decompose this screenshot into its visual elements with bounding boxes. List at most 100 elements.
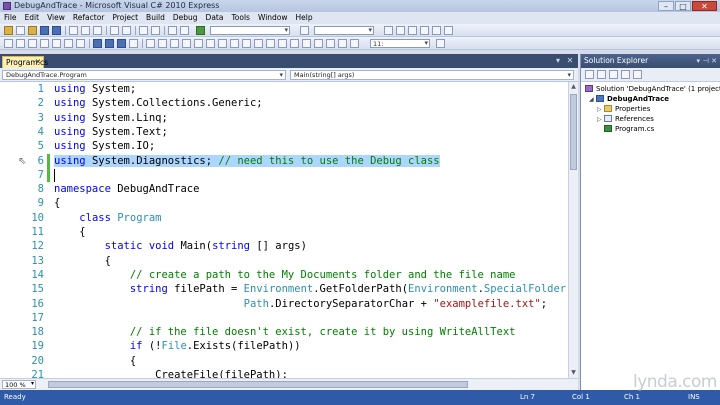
window-position-icon[interactable]: ▾ <box>696 54 700 68</box>
disassembly-icon[interactable] <box>326 39 335 48</box>
show-all-files-icon[interactable] <box>597 70 606 79</box>
menu-debug[interactable]: Debug <box>173 12 198 24</box>
autos-icon[interactable] <box>290 39 299 48</box>
vertical-scroll-thumb[interactable] <box>570 94 577 170</box>
undo-icon[interactable] <box>110 26 119 35</box>
processes-icon[interactable] <box>338 39 347 48</box>
code-line[interactable]: using System; <box>54 82 136 96</box>
scroll-up-icon[interactable]: ▲ <box>569 82 578 92</box>
extension-manager-icon[interactable] <box>444 26 453 35</box>
view-class-diagram-icon[interactable] <box>633 70 642 79</box>
go-to-line-icon[interactable] <box>436 39 445 48</box>
expand-icon[interactable]: ▷ <box>597 115 604 125</box>
code-line[interactable]: using System.Diagnostics; // need this t… <box>54 154 440 168</box>
types-dropdown[interactable]: DebugAndTrace.Program <box>2 70 286 80</box>
tree-item-project[interactable]: ◢ DebugAndTrace <box>589 94 669 104</box>
auto-hide-pin-icon[interactable]: ⊣ <box>703 54 709 68</box>
previous-bookmark-icon[interactable] <box>105 39 114 48</box>
increase-indent-icon[interactable] <box>52 39 61 48</box>
copy-icon[interactable] <box>81 26 90 35</box>
code-line[interactable]: namespace DebugAndTrace <box>54 182 199 196</box>
solution-config-combo[interactable] <box>210 26 290 35</box>
tree-item-solution[interactable]: Solution 'DebugAndTrace' (1 project) <box>585 84 720 94</box>
active-files-dropdown-icon[interactable]: ▾ <box>553 56 563 66</box>
uncomment-lines-icon[interactable] <box>76 39 85 48</box>
code-line[interactable]: { <box>54 254 111 268</box>
minimize-button[interactable]: – <box>658 1 674 11</box>
scroll-down-icon[interactable]: ▼ <box>569 368 578 378</box>
navigate-forward-icon[interactable] <box>151 26 160 35</box>
code-line[interactable]: { <box>54 225 85 239</box>
refresh-icon[interactable] <box>609 70 618 79</box>
code-line[interactable]: // create a path to the My Documents fol… <box>54 268 516 282</box>
start-debugging-icon[interactable] <box>196 26 205 35</box>
solution-explorer-icon[interactable] <box>384 26 393 35</box>
code-line[interactable]: static void Main(string [] args) <box>54 239 307 253</box>
hex-display-icon[interactable] <box>146 39 155 48</box>
object-browser-icon[interactable] <box>408 26 417 35</box>
find-in-files-combo[interactable] <box>314 26 374 35</box>
code-line[interactable]: class Program <box>54 211 161 225</box>
cut-icon[interactable] <box>69 26 78 35</box>
show-next-statement-icon[interactable] <box>158 39 167 48</box>
zoom-combo[interactable]: 100 % <box>2 380 36 389</box>
output-window-icon[interactable] <box>242 39 251 48</box>
line-number-combo[interactable]: 11: <box>370 39 430 48</box>
memory-icon[interactable] <box>314 39 323 48</box>
registers-icon[interactable] <box>302 39 311 48</box>
next-bookmark-icon[interactable] <box>117 39 126 48</box>
menu-window[interactable]: Window <box>258 12 288 24</box>
modules-icon[interactable] <box>278 39 287 48</box>
menu-tools[interactable]: Tools <box>231 12 249 24</box>
view-code-icon[interactable] <box>621 70 630 79</box>
step-over-icon[interactable] <box>168 26 177 35</box>
breakpoints-icon[interactable] <box>182 39 191 48</box>
code-line[interactable]: string filePath = Environment.GetFolderP… <box>54 282 568 296</box>
menu-refactor[interactable]: Refactor <box>73 12 104 24</box>
step-into-icon[interactable] <box>180 26 189 35</box>
code-line[interactable]: using System.IO; <box>54 139 155 153</box>
comment-lines-icon[interactable] <box>64 39 73 48</box>
code-line[interactable]: CreateFile(filePath); <box>54 368 288 378</box>
start-page-icon[interactable] <box>432 26 441 35</box>
watch-icon[interactable] <box>206 39 215 48</box>
code-line[interactable]: { <box>54 354 136 368</box>
tab-close-icon[interactable]: ✕ <box>35 57 41 68</box>
tree-item-references[interactable]: ▷ References <box>597 114 654 124</box>
toolbox-icon[interactable] <box>420 26 429 35</box>
menu-edit[interactable]: Edit <box>25 12 40 24</box>
complete-word-icon[interactable] <box>28 39 37 48</box>
code-editor[interactable]: 12345678910111213141516171819202122 ⇖ us… <box>0 82 568 378</box>
parameter-info-icon[interactable] <box>16 39 25 48</box>
redo-icon[interactable] <box>122 26 131 35</box>
add-item-icon[interactable] <box>16 26 25 35</box>
error-list-icon[interactable] <box>254 39 263 48</box>
collapse-icon[interactable]: ◢ <box>589 95 596 105</box>
save-all-icon[interactable] <box>52 26 61 35</box>
code-line[interactable]: { <box>54 196 60 210</box>
menu-project[interactable]: Project <box>112 12 138 24</box>
menu-help[interactable]: Help <box>296 12 313 24</box>
clear-bookmarks-icon[interactable] <box>129 39 138 48</box>
vertical-scrollbar[interactable]: ▲ ▼ <box>568 82 578 378</box>
quick-info-icon[interactable] <box>4 39 13 48</box>
exceptions-icon[interactable] <box>350 39 359 48</box>
navigate-back-icon[interactable] <box>139 26 148 35</box>
tree-item-properties[interactable]: ▷ Properties <box>597 104 650 114</box>
paste-icon[interactable] <box>93 26 102 35</box>
locals-icon[interactable] <box>194 39 203 48</box>
menu-build[interactable]: Build <box>146 12 165 24</box>
properties-window-icon[interactable] <box>396 26 405 35</box>
members-dropdown[interactable]: Main(string[] args) <box>290 70 574 80</box>
call-stack-icon[interactable] <box>230 39 239 48</box>
threads-icon[interactable] <box>266 39 275 48</box>
tree-item-program-cs[interactable]: Program.cs <box>604 124 654 134</box>
new-project-icon[interactable] <box>4 26 13 35</box>
open-file-icon[interactable] <box>28 26 37 35</box>
close-panel-icon[interactable]: ✕ <box>711 54 717 68</box>
menu-data[interactable]: Data <box>206 12 224 24</box>
tab-program-cs[interactable]: Program.cs ✕ <box>2 56 48 68</box>
code-line[interactable]: using System.Text; <box>54 125 168 139</box>
immediate-window-icon[interactable] <box>218 39 227 48</box>
toggle-bookmark-icon[interactable] <box>93 39 102 48</box>
